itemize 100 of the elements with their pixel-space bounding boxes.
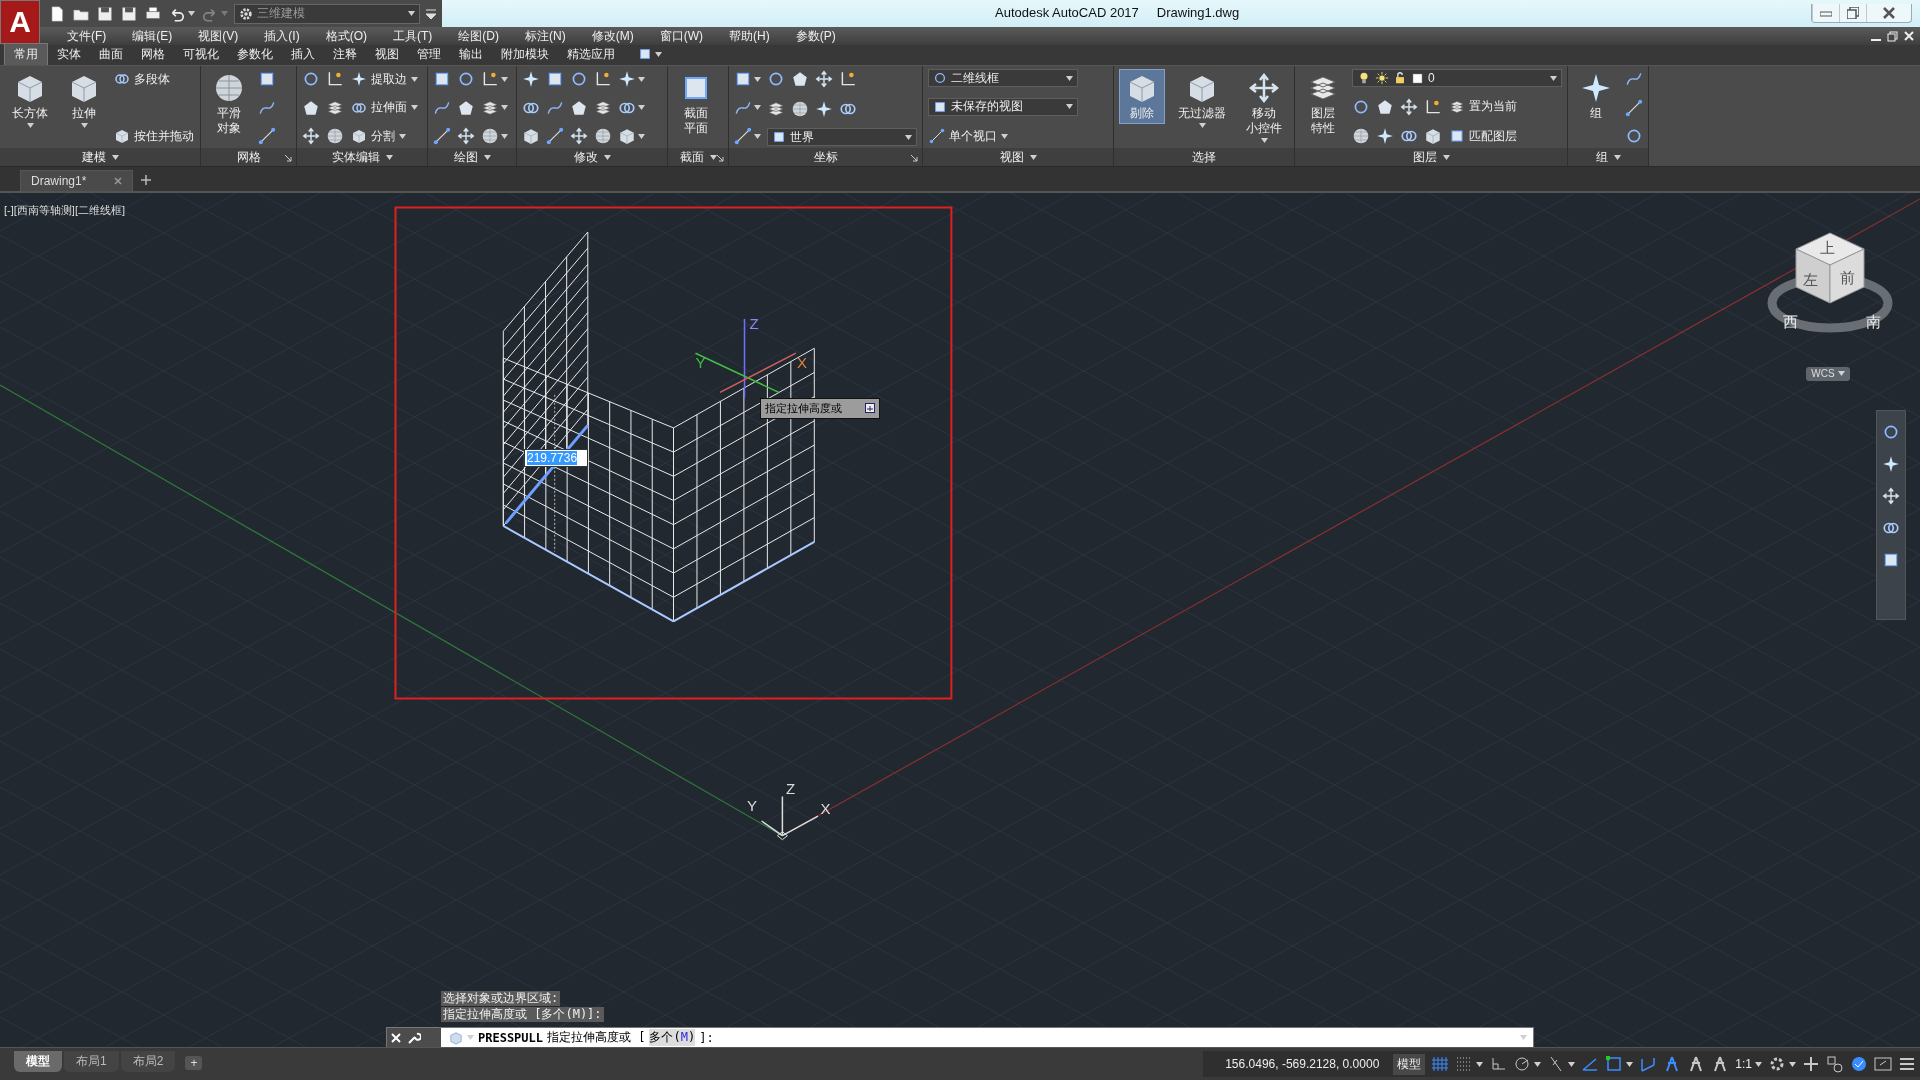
new-tab-icon[interactable] [141, 174, 152, 185]
tool-button[interactable] [594, 126, 612, 146]
ribbon-button[interactable]: 长方体 [5, 69, 55, 131]
viewport-label[interactable]: [-][西南等轴测][二维线框] [4, 202, 125, 218]
tool-button[interactable] [326, 126, 344, 146]
caret-icon[interactable] [1198, 123, 1206, 128]
dropdown-field[interactable]: 未保存的视图 [928, 97, 1078, 116]
viewcube-drawing[interactable] [1767, 232, 1893, 333]
status-toggle[interactable] [1639, 1055, 1658, 1074]
menu-item[interactable]: 窗口(W) [646, 27, 716, 45]
ribbon-button[interactable]: 截面 平面 [673, 69, 719, 139]
caret-icon[interactable] [26, 123, 34, 128]
caret-icon[interactable] [754, 133, 761, 139]
panel-title[interactable]: 组 [1595, 148, 1608, 166]
launcher-icon[interactable] [285, 155, 292, 162]
caret-icon[interactable] [1029, 154, 1037, 160]
caret-icon[interactable] [754, 76, 761, 82]
status-toggle[interactable] [1826, 1055, 1844, 1074]
cross-arrows-icon[interactable] [1882, 486, 1900, 505]
launcher-icon[interactable] [717, 155, 724, 162]
ribbon-button[interactable]: 移动 小控件 [1239, 69, 1289, 146]
caret-icon[interactable] [638, 133, 645, 139]
caret-icon[interactable] [709, 154, 717, 160]
ribbon-button[interactable]: 无过滤器 [1171, 69, 1233, 131]
caret-icon[interactable] [1568, 1061, 1576, 1067]
ribbon-button[interactable]: 匹配图层 [1448, 126, 1518, 146]
caret-icon[interactable] [501, 76, 508, 82]
caret-icon[interactable] [408, 11, 415, 16]
tool-button[interactable] [258, 126, 276, 146]
menu-item[interactable]: 修改(M) [578, 27, 647, 45]
caret-icon[interactable] [1755, 1061, 1762, 1067]
restore-icon[interactable] [1887, 30, 1898, 42]
status-toggle[interactable] [1802, 1055, 1820, 1074]
tool-button[interactable] [1400, 96, 1418, 117]
quick-access-button[interactable] [120, 4, 138, 23]
caret-icon[interactable] [1613, 154, 1621, 160]
caret-icon[interactable] [501, 133, 508, 139]
panel-title[interactable]: 截面 [679, 148, 704, 166]
tool-button[interactable] [1352, 126, 1370, 146]
tool-button[interactable] [522, 126, 540, 146]
menu-item[interactable]: 格式(O) [312, 27, 380, 45]
customize-menu-icon[interactable] [426, 7, 436, 20]
annotation-scale-button[interactable]: 1:1 [1735, 1057, 1752, 1072]
tool-button[interactable] [457, 126, 475, 146]
menu-item[interactable]: 标注(N) [512, 27, 579, 45]
ribbon-tab[interactable]: 精选应用 [558, 44, 624, 65]
menu-item[interactable]: 工具(T) [380, 27, 446, 45]
status-toggle[interactable] [1431, 1055, 1450, 1074]
caret-icon[interactable] [411, 76, 418, 82]
tool-button[interactable] [481, 126, 508, 146]
ribbon-tab[interactable]: 可视化 [174, 44, 228, 65]
caret-icon[interactable] [188, 11, 195, 16]
caret-icon[interactable] [638, 105, 645, 110]
caret-icon[interactable] [1260, 138, 1268, 143]
ribbon-tab[interactable]: 参数化 [228, 44, 282, 65]
caret-icon[interactable] [603, 154, 611, 160]
ribbon-button[interactable]: 平滑 对象 [206, 69, 252, 139]
caret-icon[interactable] [1066, 75, 1073, 81]
expand-icon[interactable] [865, 403, 875, 414]
layout-tab[interactable]: 布局1 [64, 1051, 119, 1072]
tool-button[interactable] [734, 126, 761, 146]
caret-icon[interactable] [399, 133, 406, 139]
caret-icon[interactable] [1550, 75, 1557, 81]
tool-button[interactable] [1424, 126, 1442, 146]
tool-button[interactable] [1625, 97, 1643, 118]
caret-icon[interactable] [1837, 371, 1845, 377]
tool-button[interactable] [302, 126, 320, 146]
caret-icon[interactable] [80, 123, 88, 128]
caret-icon[interactable] [1066, 104, 1073, 109]
caret-icon[interactable] [655, 51, 662, 57]
dropdown-field[interactable]: 二维线框 [928, 69, 1078, 87]
menu-item[interactable]: 参数(P) [782, 27, 849, 45]
panel-title[interactable]: 建模 [81, 148, 106, 166]
ribbon-button[interactable]: 单个视口 [928, 126, 1078, 146]
caret-icon[interactable] [905, 134, 912, 140]
tool-button[interactable] [815, 69, 833, 89]
panel-title[interactable]: 视图 [999, 148, 1024, 166]
status-toggle[interactable] [1850, 1055, 1868, 1074]
ribbon-button[interactable]: 剔除 [1119, 69, 1165, 124]
caret-icon[interactable] [638, 76, 645, 82]
tool-button[interactable] [618, 126, 645, 146]
ribbon-button[interactable]: 置为当前 [1448, 96, 1518, 117]
panel-title[interactable]: 图层 [1412, 148, 1437, 166]
menu-item[interactable]: 帮助(H) [716, 27, 783, 45]
status-toggle[interactable] [1874, 1055, 1892, 1074]
ribbon-tab[interactable]: 附加模块 [492, 44, 558, 65]
ribbon-tab[interactable]: 注释 [324, 44, 366, 65]
status-toggle[interactable] [1605, 1055, 1634, 1074]
ribbon-button[interactable]: 分割 [350, 126, 419, 146]
layout-tab[interactable]: 模型 [14, 1051, 62, 1072]
caret-icon[interactable] [385, 154, 393, 160]
ribbon-button[interactable]: 组 [1573, 69, 1619, 124]
square-icon[interactable] [638, 47, 652, 61]
menu-item[interactable]: 视图(V) [185, 27, 252, 45]
ribbon-button[interactable]: 多段体 [113, 69, 195, 89]
add-layout-button[interactable]: + [185, 1056, 203, 1070]
tool-button[interactable] [546, 126, 564, 146]
caret-icon[interactable] [1442, 154, 1450, 160]
dropdown-field[interactable]: 世界 [767, 128, 917, 146]
caret-icon[interactable] [411, 105, 418, 110]
